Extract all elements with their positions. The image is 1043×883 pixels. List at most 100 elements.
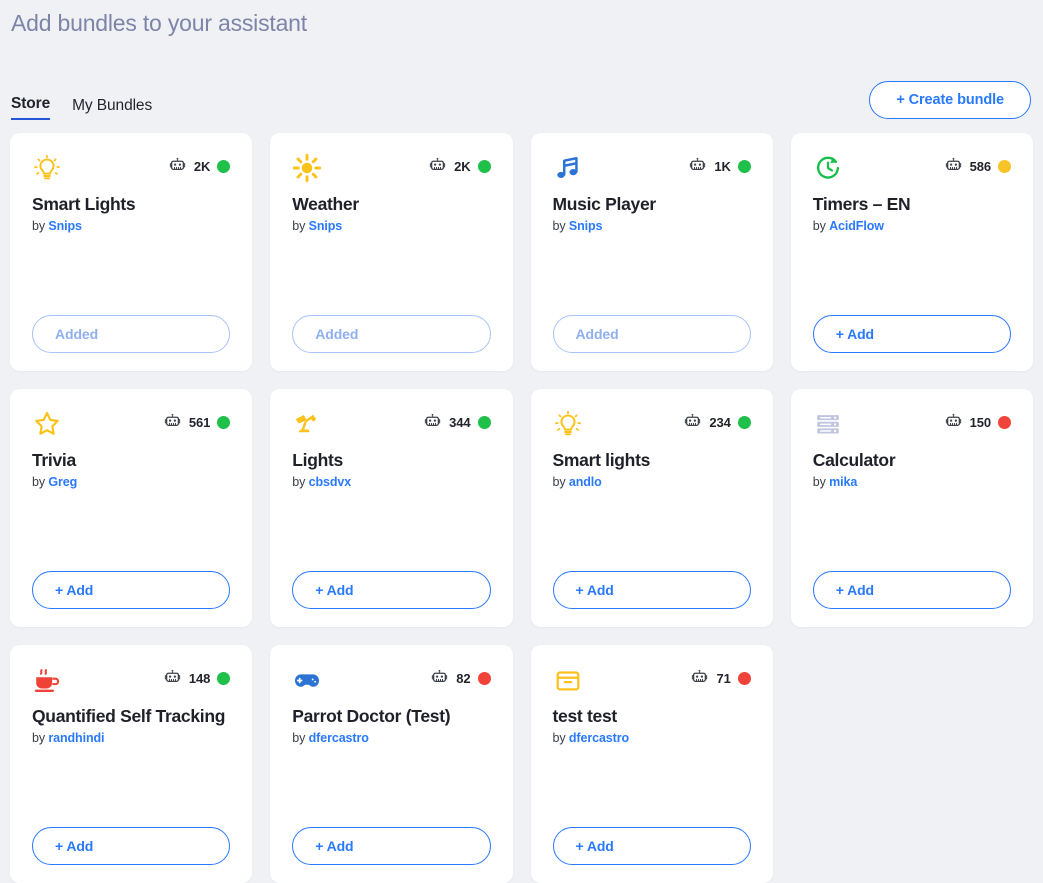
install-count: 82 [456, 671, 471, 686]
add-button[interactable]: + Add [292, 571, 491, 609]
bundle-card[interactable]: 586 Timers – EN by AcidFlow + Add [790, 133, 1033, 371]
lightbulb-icon [32, 153, 62, 183]
card-spacer [813, 489, 1011, 571]
bundle-title: Lights [292, 450, 343, 470]
card-header: 344 [292, 409, 491, 443]
bundle-author[interactable]: AcidFlow [829, 219, 884, 233]
install-count: 150 [969, 415, 991, 430]
card-header: 150 [813, 409, 1011, 443]
add-button[interactable]: + Add [32, 827, 231, 865]
bundle-author[interactable]: Greg [48, 475, 77, 489]
bundle-byline: by Greg [32, 475, 230, 489]
card-header: 2K [32, 153, 231, 187]
bundle-title: Trivia [32, 450, 76, 470]
robot-icon [683, 413, 702, 432]
status-dot-red [998, 416, 1011, 429]
add-button[interactable]: + Add [292, 827, 491, 865]
status-dot-green [737, 416, 751, 429]
bundle-title: Music Player [552, 194, 657, 214]
card-header: 586 [813, 153, 1011, 187]
install-meta: 2K [428, 153, 491, 176]
bundle-card[interactable]: 71 test test by dfercastro + Add [530, 645, 773, 883]
install-meta: 1K [688, 153, 751, 176]
bundle-author[interactable]: cbsdvx [309, 475, 352, 489]
added-button: Added [552, 315, 751, 353]
added-button: Added [292, 315, 491, 353]
bundle-author[interactable]: dfercastro [569, 731, 629, 745]
create-bundle-button[interactable]: + Create bundle [869, 81, 1031, 119]
coffee-cup-icon [32, 665, 62, 695]
add-button[interactable]: + Add [32, 571, 231, 609]
install-meta: 344 [423, 409, 491, 432]
install-meta: 234 [683, 409, 751, 432]
bundle-card[interactable]: 234 Smart lights by andlo + Add [530, 389, 773, 627]
bundle-author[interactable]: mika [829, 475, 857, 489]
card-header: 234 [553, 409, 751, 443]
add-button[interactable]: + Add [552, 571, 751, 609]
bundle-title: Calculator [812, 450, 896, 470]
bundle-byline: by dfercastro [292, 731, 490, 745]
by-prefix: by [812, 218, 830, 233]
bundle-card[interactable]: 2K Weather by Snips Added [270, 133, 513, 371]
status-dot-red [737, 672, 751, 685]
bundle-card[interactable]: 1K Music Player by Snips Added [530, 133, 773, 371]
bundle-author[interactable]: Snips [569, 219, 603, 233]
robot-icon [163, 669, 182, 688]
card-spacer [813, 233, 1011, 315]
bundle-card[interactable]: 561 Trivia by Greg + Add [10, 389, 253, 627]
lightbulb-icon [553, 409, 583, 439]
card-spacer [292, 489, 490, 571]
bundle-card[interactable]: 82 Parrot Doctor (Test) by dfercastro + … [270, 645, 513, 883]
install-meta: 586 [944, 153, 1011, 176]
bundle-byline: by Snips [292, 219, 490, 233]
tab-my-bundles[interactable]: My Bundles [72, 97, 152, 121]
sun-icon [292, 153, 322, 183]
added-button: Added [32, 315, 231, 353]
music-note-icon [553, 153, 583, 183]
card-spacer [32, 489, 230, 571]
bundle-author[interactable]: randhindi [48, 731, 104, 745]
bundle-card[interactable]: 344 Lights by cbsdvx + Add [270, 389, 513, 627]
bundle-byline: by randhindi [32, 731, 230, 745]
add-button[interactable]: + Add [812, 571, 1011, 609]
card-header: 148 [32, 665, 231, 699]
status-dot-yellow [998, 160, 1011, 173]
status-dot-green [477, 416, 491, 429]
bundle-author[interactable]: dfercastro [309, 731, 369, 745]
by-prefix: by [32, 218, 49, 233]
bundle-card[interactable]: 148 Quantified Self Tracking by randhind… [10, 645, 253, 883]
card-header: 1K [553, 153, 751, 187]
bundle-author[interactable]: Snips [309, 219, 343, 233]
by-prefix: by [292, 730, 309, 745]
bundle-card[interactable]: 2K Smart Lights by Snips Added [10, 133, 253, 371]
install-meta: 71 [690, 665, 751, 688]
tab-bar: Store My Bundles [11, 80, 152, 120]
card-header: 2K [292, 153, 491, 187]
card-header: 561 [32, 409, 231, 443]
desk-lamp-icon [292, 409, 322, 439]
card-spacer [553, 745, 751, 827]
tab-store[interactable]: Store [11, 95, 50, 120]
card-spacer [553, 233, 751, 315]
install-meta: 148 [163, 665, 231, 688]
status-dot-red [477, 672, 491, 685]
install-count: 71 [716, 671, 731, 686]
bundle-byline: by Snips [553, 219, 751, 233]
bundle-title: Smart lights [552, 450, 651, 470]
add-button[interactable]: + Add [812, 315, 1011, 353]
install-count: 148 [188, 671, 211, 686]
add-button[interactable]: + Add [552, 827, 751, 865]
by-prefix: by [292, 474, 309, 489]
status-dot-green [217, 160, 231, 173]
install-meta: 150 [944, 409, 1011, 432]
robot-icon [423, 413, 442, 432]
bundle-author[interactable]: andlo [569, 475, 602, 489]
bundle-title: Smart Lights [32, 194, 136, 214]
bundle-author[interactable]: Snips [48, 219, 82, 233]
robot-icon [688, 157, 707, 176]
install-count: 561 [188, 415, 211, 430]
robot-icon [690, 669, 709, 688]
by-prefix: by [292, 218, 309, 233]
bundle-card[interactable]: 150 Calculator by mika + Add [790, 389, 1033, 627]
install-count: 586 [969, 159, 991, 174]
